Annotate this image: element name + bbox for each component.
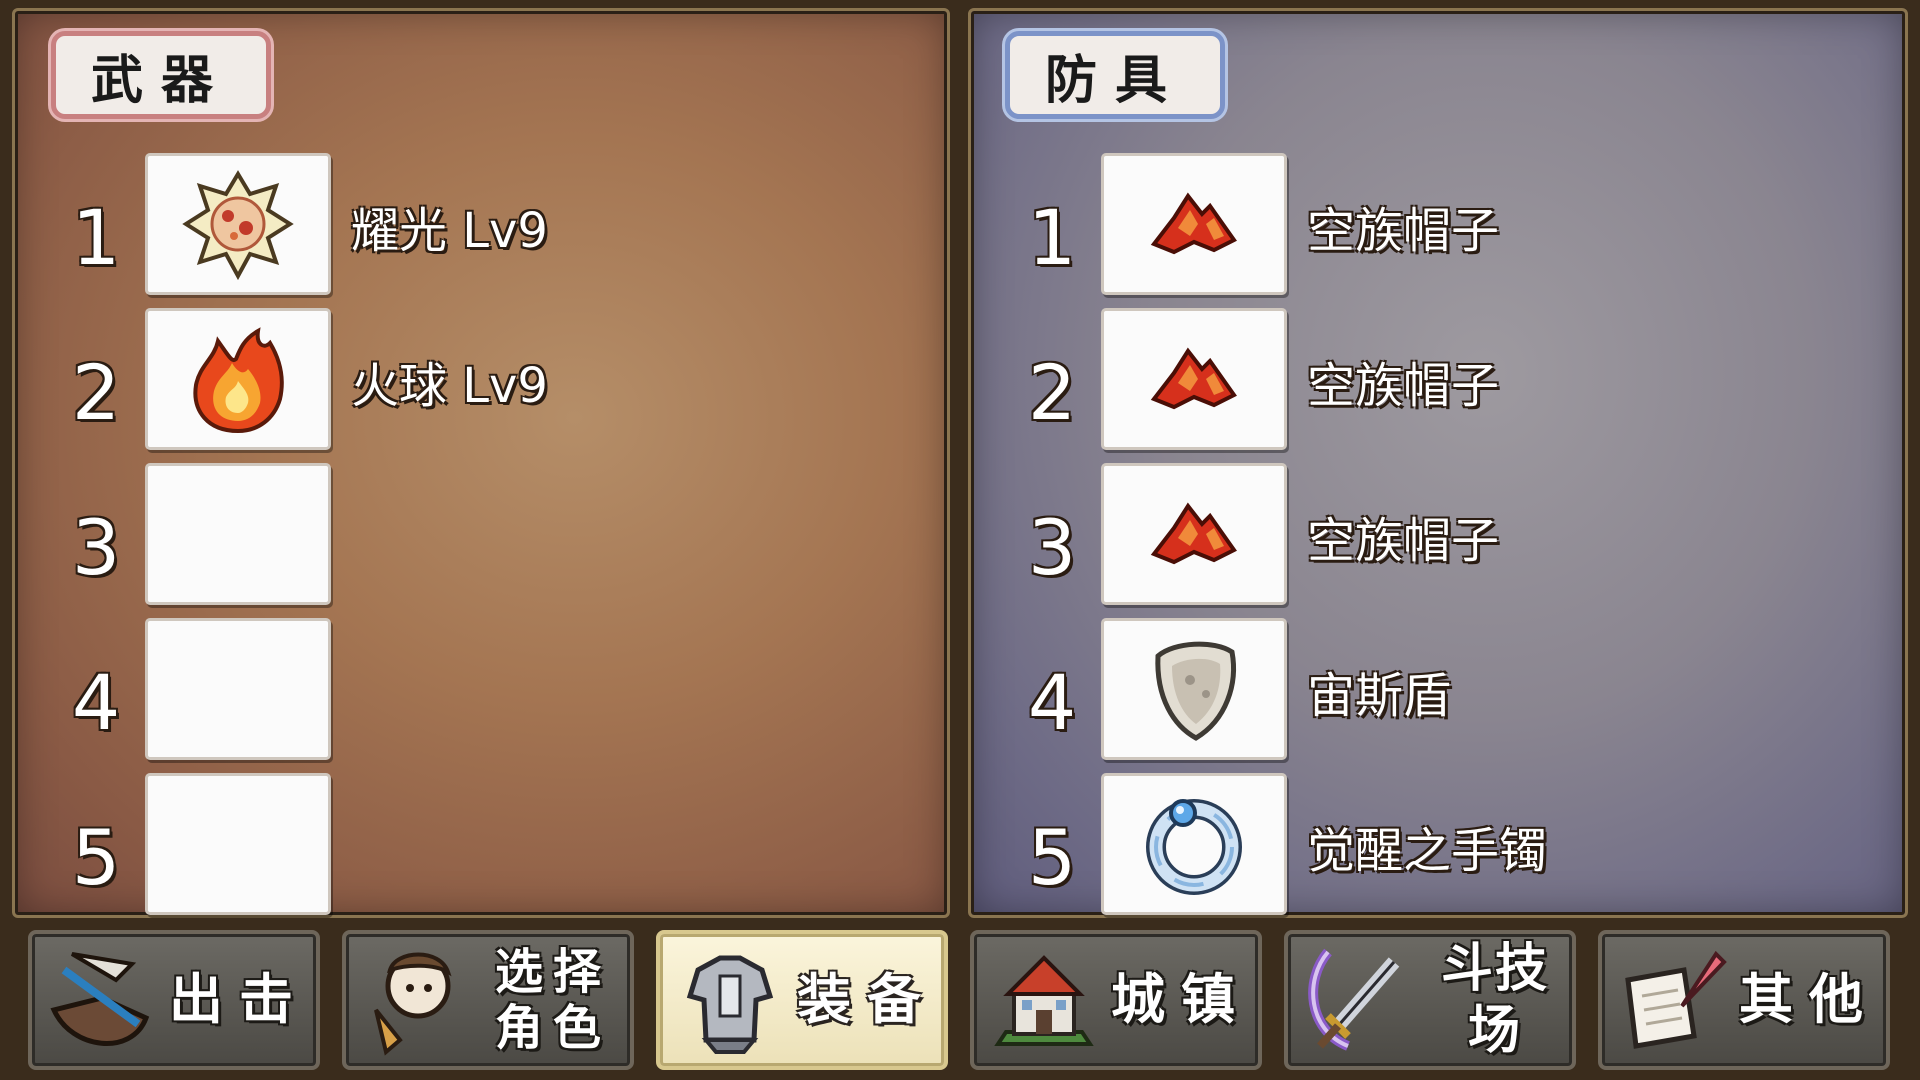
awakening-bracelet-icon	[1146, 799, 1242, 895]
armor-suit-icon	[686, 955, 774, 1054]
nav-other-label: 其他	[1739, 968, 1879, 1031]
armor-slot-5[interactable]	[1101, 773, 1287, 915]
weapon-slot-2[interactable]	[145, 308, 331, 450]
armor-name: 空族帽子	[1307, 203, 1500, 259]
armor-name: 觉醒之手镯	[1307, 823, 1548, 879]
nav-other-button[interactable]: 其他	[1598, 930, 1890, 1070]
armor-name: 空族帽子	[1307, 358, 1500, 414]
nav-town-label: 城镇	[1111, 968, 1251, 1031]
nav-select-character-line1: 选择	[494, 944, 611, 1000]
nav-arena-label: 斗技场	[1440, 939, 1549, 1061]
weapon-slot-row-2[interactable]: 2 火球 Lv9	[15, 308, 947, 458]
slot-number: 5	[71, 813, 121, 902]
armor-slot-row-3[interactable]: 3 空族帽子	[971, 463, 1905, 613]
weapon-slot-4[interactable]	[145, 618, 331, 760]
slot-number: 5	[1027, 813, 1077, 902]
scroll-quill-icon	[1625, 950, 1727, 1049]
slot-number: 1	[71, 193, 121, 282]
weapon-panel: 武器 1 耀光 Lv9 2 火球 Lv9 3 4 5	[12, 8, 950, 918]
armor-slot-1[interactable]	[1101, 153, 1287, 295]
nav-sortie-label: 出击	[169, 968, 309, 1031]
armor-name: 宙斯盾	[1307, 668, 1452, 724]
armor-slot-row-4[interactable]: 4 宙斯盾	[971, 618, 1905, 768]
nav-sortie-button[interactable]: 出击	[28, 930, 320, 1070]
nav-select-character-button[interactable]: 选择 角色	[342, 930, 634, 1070]
armor-name: 空族帽子	[1307, 513, 1500, 569]
armor-slot-row-1[interactable]: 1 空族帽子	[971, 153, 1905, 303]
slot-number: 2	[71, 348, 121, 437]
armor-slot-row-5[interactable]: 5 觉醒之手镯	[971, 773, 1905, 923]
nav-town-button[interactable]: 城镇	[970, 930, 1262, 1070]
nav-select-character-line2: 角色	[494, 1000, 611, 1056]
weapon-slot-1[interactable]	[145, 153, 331, 295]
weapon-slot-row-5[interactable]: 5	[15, 773, 947, 923]
nav-equipment-button[interactable]: 装备	[656, 930, 948, 1070]
sortie-ship-icon	[50, 952, 150, 1046]
aegis-shield-icon	[1155, 641, 1236, 741]
slot-number: 2	[1027, 348, 1077, 437]
weapon-slot-row-3[interactable]: 3	[15, 463, 947, 613]
sky-hat-icon	[1150, 347, 1237, 410]
armor-slot-2[interactable]	[1101, 308, 1287, 450]
nav-select-character-label: 选择 角色	[476, 944, 630, 1056]
character-icon	[374, 952, 452, 1056]
fireball-icon	[193, 327, 284, 434]
sky-hat-icon	[1150, 192, 1237, 255]
arena-swords-icon	[1308, 948, 1400, 1051]
nav-arena-button[interactable]: 斗技场	[1284, 930, 1576, 1070]
radiant-orb-icon	[182, 170, 294, 281]
weapon-slot-row-4[interactable]: 4	[15, 618, 947, 768]
weapon-slot-row-1[interactable]: 1 耀光 Lv9	[15, 153, 947, 303]
weapon-name: 火球 Lv9	[351, 358, 548, 414]
armor-slot-row-2[interactable]: 2 空族帽子	[971, 308, 1905, 458]
armor-slot-3[interactable]	[1101, 463, 1287, 605]
weapon-tab-label: 武器	[51, 31, 271, 119]
slot-number: 4	[1027, 658, 1077, 747]
town-castle-icon	[994, 955, 1094, 1046]
slot-number: 3	[1027, 503, 1077, 592]
armor-panel: 防具 1 空族帽子 2 空族帽子 3 空族帽子 4 宙斯盾 5 觉醒之手镯	[968, 8, 1908, 918]
weapon-slot-5[interactable]	[145, 773, 331, 915]
slot-number: 4	[71, 658, 121, 747]
armor-tab-label: 防具	[1005, 31, 1225, 119]
sky-hat-icon	[1150, 502, 1237, 565]
nav-equipment-label: 装备	[797, 968, 937, 1031]
weapon-slot-3[interactable]	[145, 463, 331, 605]
slot-number: 1	[1027, 193, 1077, 282]
weapon-name: 耀光 Lv9	[351, 203, 548, 259]
slot-number: 3	[71, 503, 121, 592]
armor-slot-4[interactable]	[1101, 618, 1287, 760]
